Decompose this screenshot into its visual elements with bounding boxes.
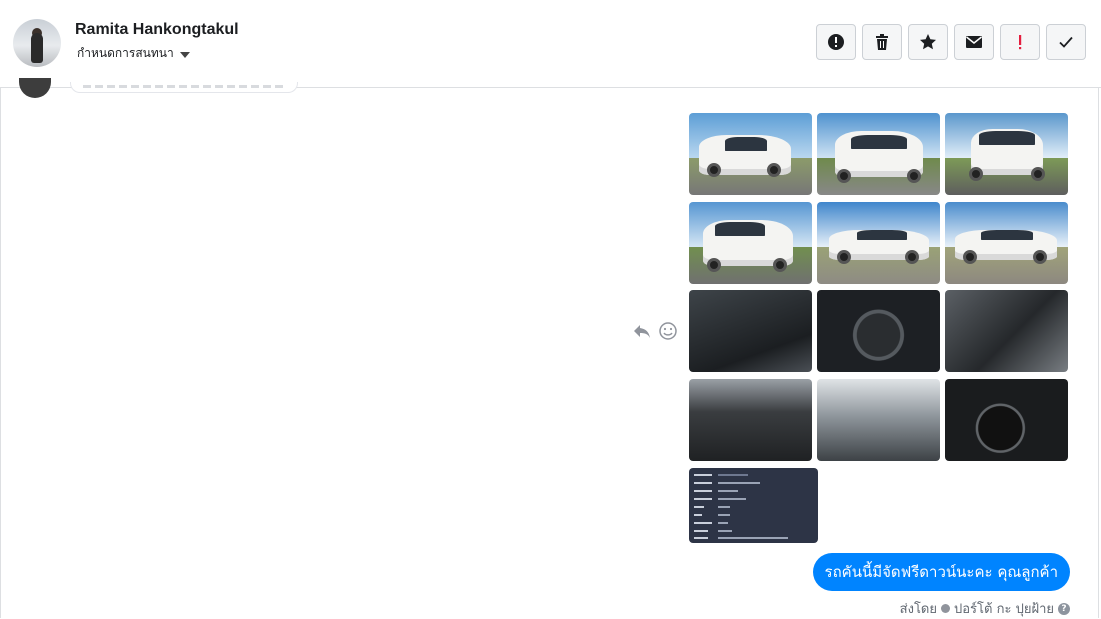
- mark-unread-button[interactable]: [954, 24, 994, 60]
- star-button[interactable]: [908, 24, 948, 60]
- sent-by-info: ส่งโดย ปอร์โต้ กะ ปุยฝ้าย ?: [900, 598, 1070, 619]
- chat-setup-dropdown[interactable]: กำหนดการสนทนา: [77, 44, 190, 63]
- avatar[interactable]: [13, 19, 61, 67]
- car-photo-front[interactable]: [945, 113, 1068, 195]
- check-icon: [1059, 36, 1073, 48]
- car-photo-front-left[interactable]: [689, 113, 812, 195]
- car-photo-rear[interactable]: [817, 113, 940, 195]
- star-icon: [920, 34, 936, 50]
- sender-name: ปอร์โต้ กะ ปุยฝ้าย: [954, 602, 1054, 617]
- car-photo-side-right[interactable]: [817, 202, 940, 284]
- priority-button[interactable]: [1000, 24, 1040, 60]
- trash-icon: [876, 34, 888, 50]
- car-photo-gear-shift[interactable]: [945, 290, 1068, 372]
- mark-done-button[interactable]: [1046, 24, 1086, 60]
- car-photo-rear-left[interactable]: [689, 202, 812, 284]
- conversation-header: Ramita Hankongtakul กำหนดการสนทนา: [0, 0, 1101, 88]
- help-icon[interactable]: ?: [1058, 602, 1070, 615]
- toolbar: [816, 24, 1086, 60]
- car-photo-side-right-2[interactable]: [945, 202, 1068, 284]
- car-photo-instrument-cluster[interactable]: [945, 379, 1068, 461]
- report-spam-button[interactable]: [816, 24, 856, 60]
- exclamation-icon: [1019, 35, 1022, 50]
- contact-name[interactable]: Ramita Hankongtakul: [75, 21, 239, 39]
- previous-message-text: [83, 85, 283, 88]
- previous-message-bubble: [70, 82, 298, 93]
- message-actions: [632, 321, 678, 341]
- avatar-body-shape: [31, 33, 43, 63]
- reply-icon[interactable]: [632, 321, 652, 341]
- sent-by-prefix: ส่งโดย: [899, 602, 937, 617]
- envelope-icon: [966, 36, 982, 48]
- chat-setup-label: กำหนดการสนทนา: [77, 46, 174, 60]
- car-photo-steering-wheel[interactable]: [817, 290, 940, 372]
- alert-circle-icon: [828, 34, 844, 50]
- delete-button[interactable]: [862, 24, 902, 60]
- car-photo-dashboard[interactable]: [689, 290, 812, 372]
- car-photo-engine-bay[interactable]: [817, 379, 940, 461]
- car-photo-rear-seats[interactable]: [689, 379, 812, 461]
- caret-down-icon: [179, 51, 190, 58]
- message-text: รถคันนี้มีจัดฟรีดาวน์นะคะ คุณลูกค้า: [824, 563, 1058, 581]
- verified-dot-icon: [941, 604, 950, 613]
- emoji-reaction-icon[interactable]: [658, 321, 678, 341]
- outgoing-message-bubble[interactable]: รถคันนี้มีจัดฟรีดาวน์นะคะ คุณลูกค้า: [812, 553, 1070, 591]
- vehicle-spec-document-image[interactable]: [689, 468, 818, 543]
